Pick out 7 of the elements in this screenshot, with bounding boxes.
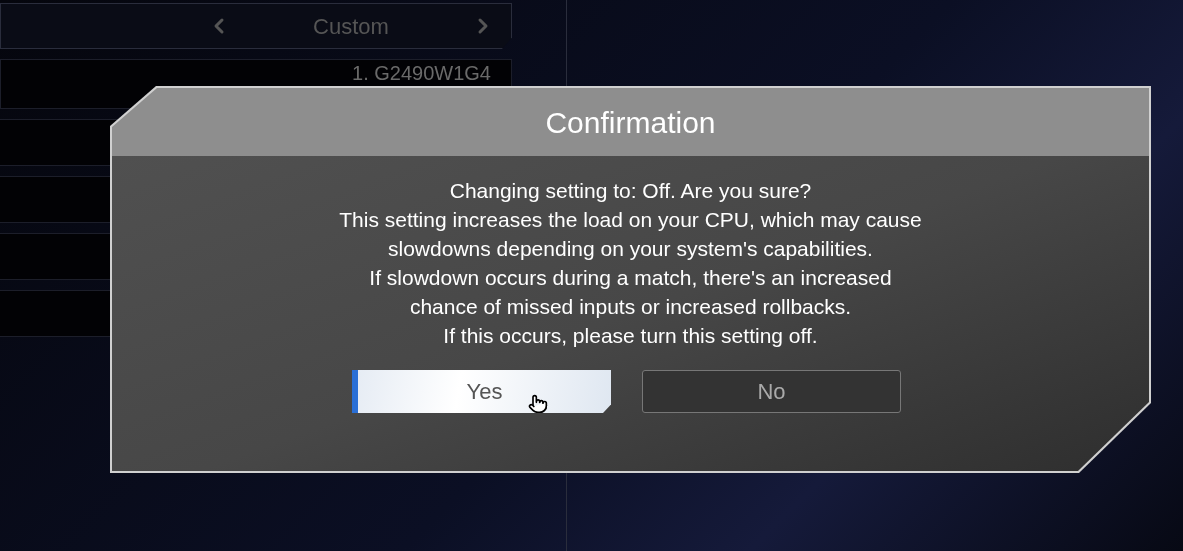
selector-value: Custom <box>312 12 390 41</box>
hand-cursor-icon <box>528 394 548 414</box>
yes-button[interactable]: Yes <box>352 370 611 413</box>
display-value: 1. G2490W1G4 <box>352 62 491 84</box>
no-button[interactable]: No <box>642 370 901 413</box>
dialog-message: Changing setting to: Off. Are you sure? This setting increases the load on your CPU, which may cause slowdowns depending on your system's capabilities. If slowdown occurs during a match, there's an increased chance of missed inputs or increased rollbacks. If this occurs, please turn this setting off. <box>339 178 922 349</box>
dialog-title: Confirmation <box>545 104 716 141</box>
